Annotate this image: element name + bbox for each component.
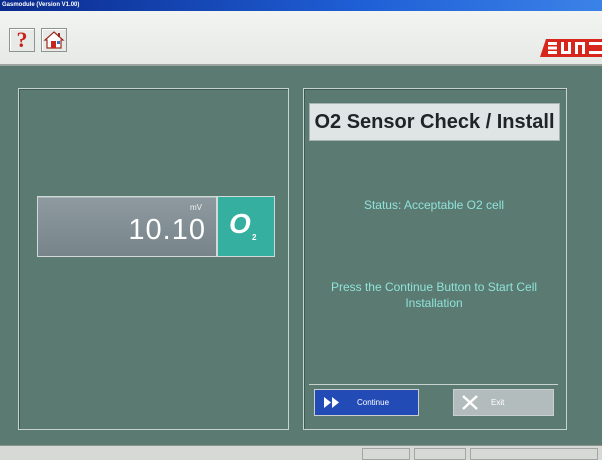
continue-label: Continue <box>357 398 390 407</box>
status-bar <box>0 445 602 460</box>
status-bar-cell <box>414 448 466 460</box>
toolbar: ? <box>0 11 602 66</box>
help-button[interactable]: ? <box>9 28 35 52</box>
window-title: Gasmodule (Version V1.00) <box>2 2 80 8</box>
status-bar-cell <box>470 448 598 460</box>
panel-title: O2 Sensor Check / Install <box>314 111 555 133</box>
button-divider <box>309 384 558 385</box>
panel-header: O2 Sensor Check / Install <box>309 103 560 141</box>
status-bar-cell <box>362 448 410 460</box>
instruction-text: Press the Continue Button to Start Cell … <box>330 280 538 310</box>
o2-badge-subscript: 2 <box>252 233 257 242</box>
continue-button[interactable]: Continue <box>314 389 419 416</box>
o2-badge-letter: O <box>229 208 251 239</box>
reading-unit: mV <box>190 203 202 212</box>
reading-value: 10.10 <box>128 214 206 246</box>
gauge-panel <box>18 88 289 430</box>
status-text: Status: Acceptable O2 cell <box>363 198 505 212</box>
close-x-icon <box>462 395 478 410</box>
title-bar: Gasmodule (Version V1.00) <box>0 0 602 11</box>
play-forward-icon <box>324 397 339 408</box>
home-button[interactable] <box>41 28 67 52</box>
home-icon <box>43 31 65 49</box>
exit-button[interactable]: Exit <box>453 389 554 416</box>
exit-label: Exit <box>491 398 505 407</box>
sun-logo <box>540 39 602 57</box>
help-question-icon: ? <box>16 27 28 52</box>
o2-reading-display: mV 10.10 <box>37 196 217 257</box>
o2-icon: O 2 <box>217 196 275 257</box>
